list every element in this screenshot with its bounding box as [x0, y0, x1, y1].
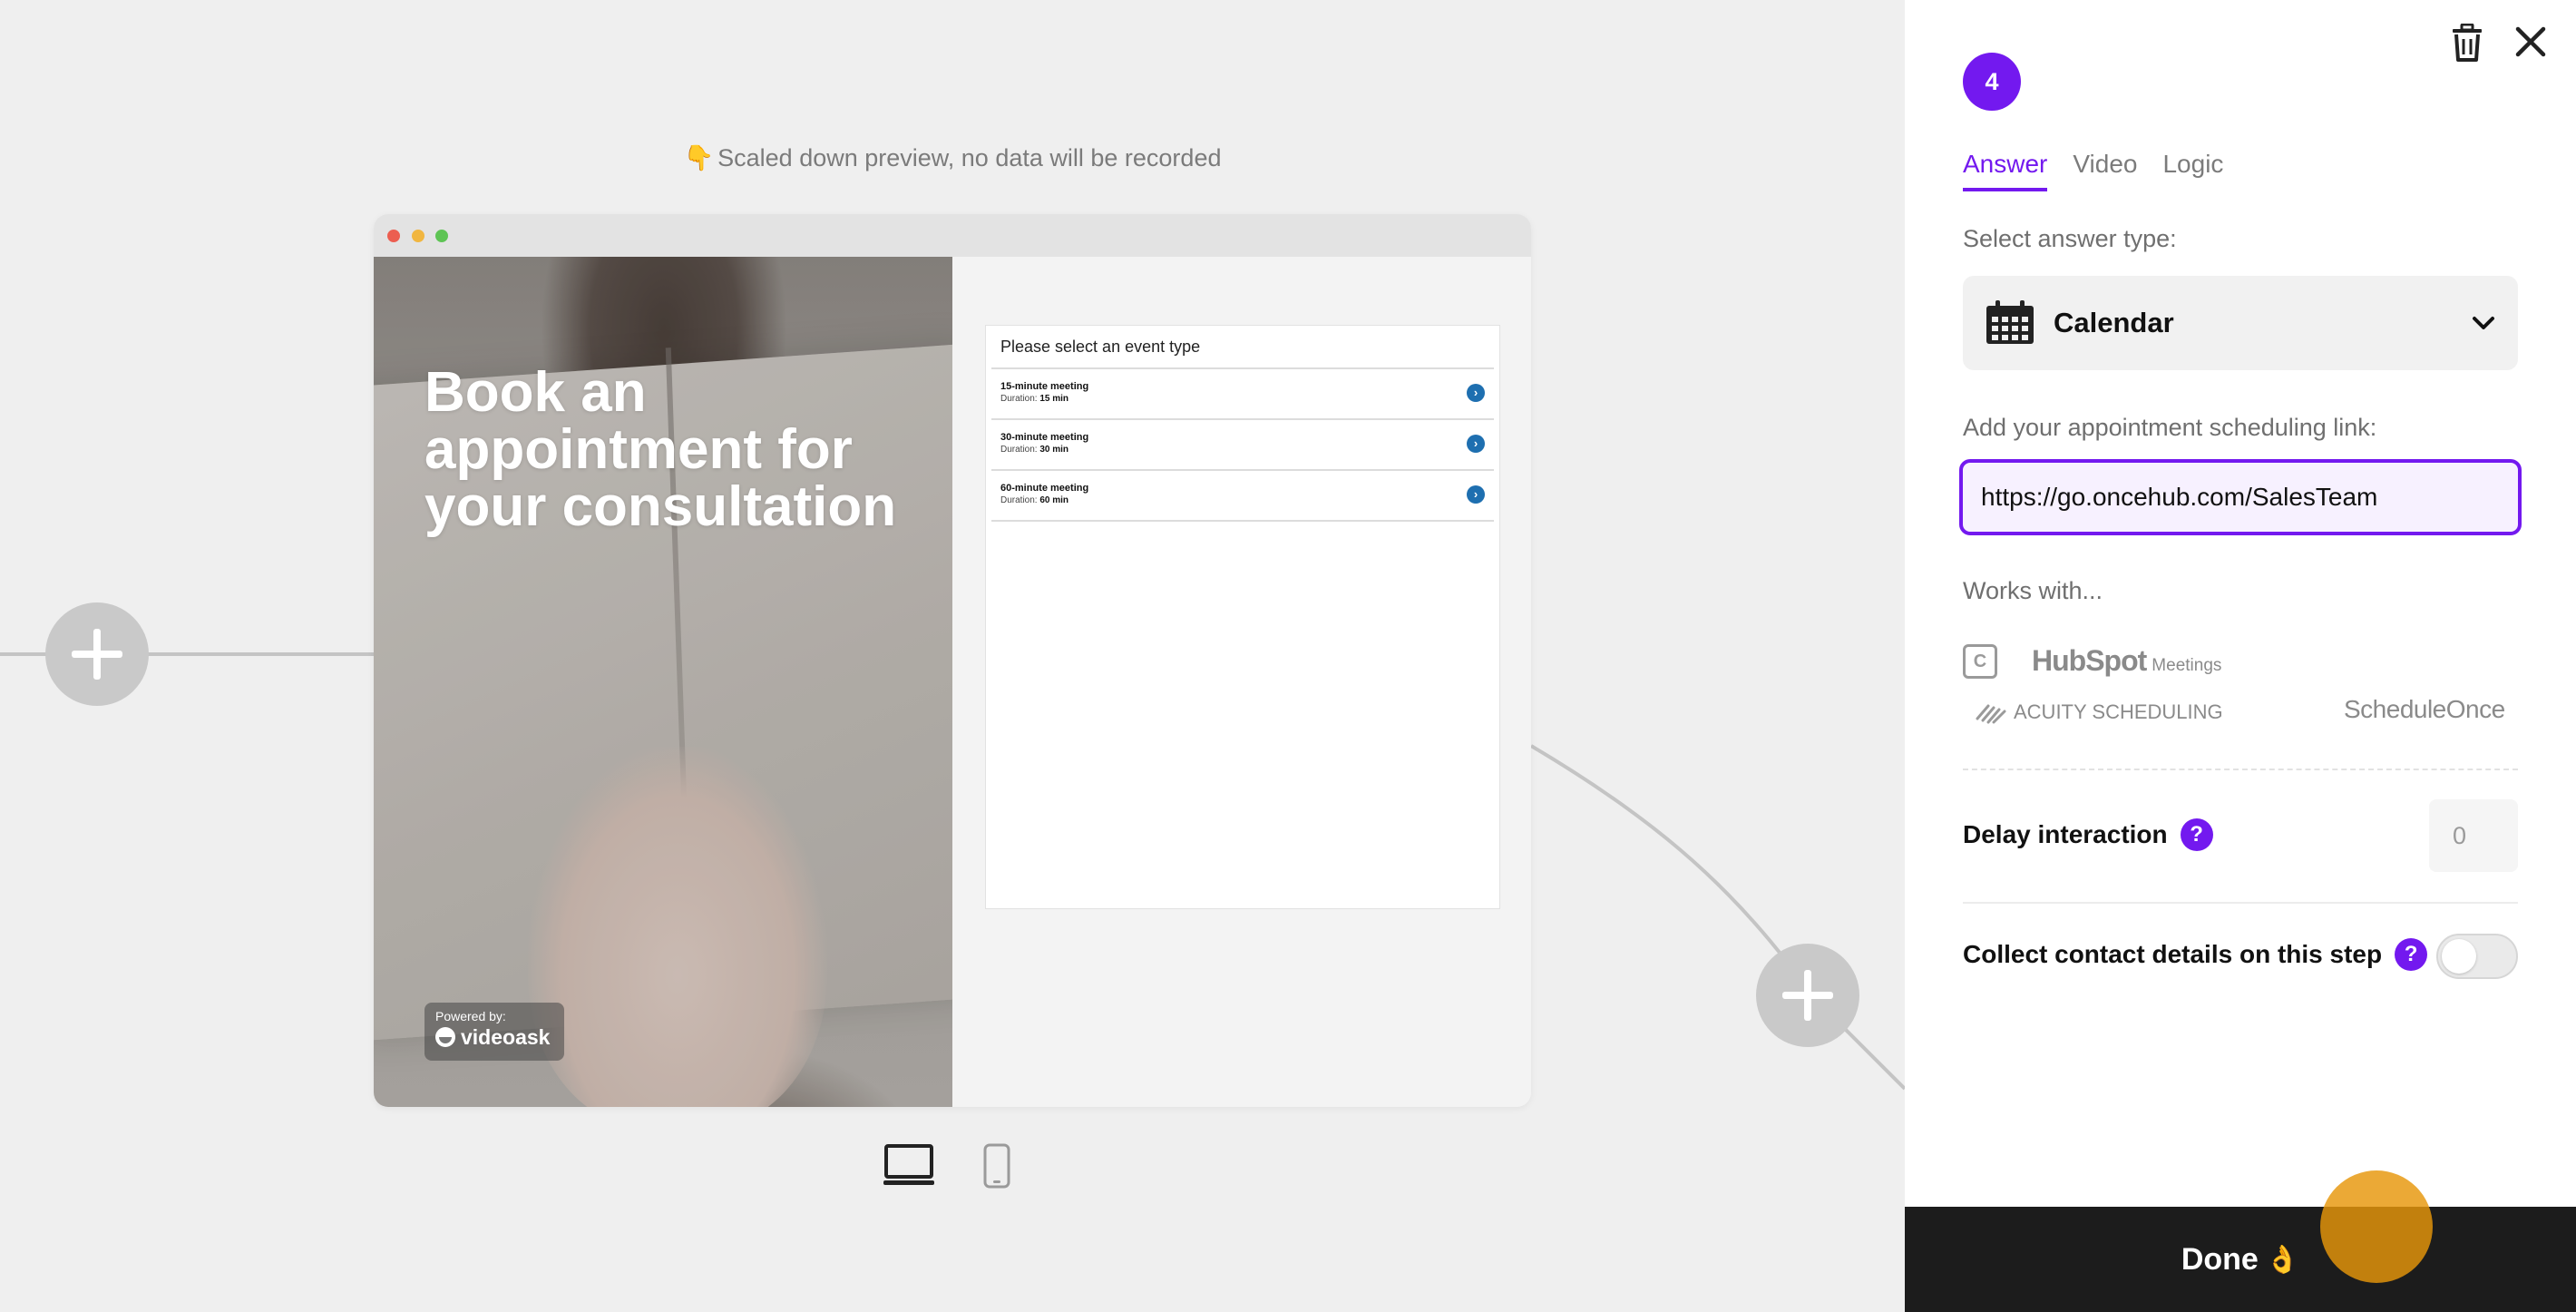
step-number-badge: 4: [1963, 53, 2021, 111]
chevron-right-icon[interactable]: ›: [1467, 384, 1485, 402]
scheduling-link-label: Add your appointment scheduling link:: [1963, 414, 2377, 441]
panel-tabs: Answer Video Logic: [1963, 150, 2223, 191]
videoask-brand: videoask: [435, 1023, 553, 1051]
event-name: 30-minute meeting: [1000, 432, 1089, 443]
plus-icon: [1782, 970, 1833, 1021]
delay-interaction-row: Delay interaction ?: [1963, 818, 2213, 851]
answer-type-label: Select answer type:: [1963, 225, 2177, 252]
hubspot-meetings-logo: HubSpot Meetings: [2032, 644, 2222, 677]
tab-logic[interactable]: Logic: [2162, 150, 2223, 191]
ok-hand-icon: 👌: [2265, 1244, 2300, 1275]
plus-icon: [72, 629, 122, 680]
section-divider: [1963, 902, 2518, 904]
section-divider: [1963, 769, 2518, 770]
videoask-logo-icon: [435, 1027, 455, 1047]
trash-icon[interactable]: [2449, 23, 2485, 62]
done-label: Done: [2181, 1241, 2259, 1277]
collect-contact-toggle[interactable]: [2436, 934, 2518, 979]
preview-headline: Book an appointment for your consultatio…: [424, 361, 897, 538]
works-with-label: Works with...: [1963, 577, 2103, 604]
chevron-right-icon[interactable]: ›: [1467, 435, 1485, 453]
window-close-dot: [387, 230, 400, 242]
add-step-button-left[interactable]: [45, 602, 149, 706]
window-maximize-dot: [435, 230, 448, 242]
collect-contact-row: Collect contact details on this step ?: [1963, 938, 2428, 971]
step-settings-panel: 4 Answer Video Logic Select answer type:: [1905, 0, 2576, 1312]
add-step-button-right[interactable]: [1756, 944, 1859, 1047]
event-duration: Duration: 15 min: [1000, 394, 1069, 404]
acuity-scheduling-logo: ACUITY SCHEDULING: [1976, 700, 2223, 724]
help-icon[interactable]: ?: [2395, 938, 2428, 971]
done-button[interactable]: Done 👌: [1905, 1207, 2576, 1312]
mobile-icon[interactable]: [983, 1143, 1010, 1189]
acuity-swirl-icon: [1976, 704, 2006, 724]
tab-answer[interactable]: Answer: [1963, 150, 2048, 191]
answer-type-value: Calendar: [2054, 307, 2174, 338]
event-type-row[interactable]: 60-minute meeting Duration: 60 min ›: [991, 471, 1494, 522]
window-minimize-dot: [412, 230, 424, 242]
delay-interaction-label: Delay interaction: [1963, 820, 2168, 848]
chevron-right-icon[interactable]: ›: [1467, 485, 1485, 504]
preview-note-text: Scaled down preview, no data will be rec…: [717, 144, 1222, 171]
event-duration: Duration: 60 min: [1000, 495, 1069, 505]
scheduler-embed: Please select an event type 15-minute me…: [985, 325, 1500, 909]
calendly-logo: C: [1963, 644, 1997, 679]
event-type-row[interactable]: 15-minute meeting Duration: 15 min ›: [991, 369, 1494, 420]
preview-window: Book an appointment for your consultatio…: [374, 214, 1531, 1107]
pointing-down-icon: 👇: [683, 144, 715, 171]
collect-contact-label: Collect contact details on this step: [1963, 940, 2383, 968]
scheduler-heading: Please select an event type: [991, 326, 1494, 369]
scheduling-link-input[interactable]: [1959, 459, 2522, 535]
scheduleonce-logo: ScheduleOnce: [2344, 695, 2505, 723]
event-name: 15-minute meeting: [1000, 381, 1089, 392]
event-type-row[interactable]: 30-minute meeting Duration: 30 min ›: [991, 420, 1494, 471]
close-icon[interactable]: [2513, 24, 2549, 60]
event-name: 60-minute meeting: [1000, 483, 1089, 494]
chevron-down-icon: [2473, 317, 2494, 329]
powered-by-label: Powered by:: [435, 1009, 506, 1023]
desktop-icon[interactable]: [883, 1143, 934, 1187]
tab-video[interactable]: Video: [2073, 150, 2137, 191]
flow-canvas: 👇 Scaled down preview, no data will be re…: [0, 0, 1905, 1312]
help-icon[interactable]: ?: [2180, 818, 2213, 851]
calendar-icon: [1986, 300, 2034, 344]
toggle-knob: [2442, 939, 2476, 974]
window-titlebar: [374, 214, 1531, 257]
event-duration: Duration: 30 min: [1000, 445, 1069, 455]
video-background-photo: Book an appointment for your consultatio…: [374, 257, 952, 1107]
powered-by-badge[interactable]: Powered by: videoask: [424, 1003, 564, 1061]
answer-type-select[interactable]: Calendar: [1963, 276, 2518, 370]
preview-note: 👇 Scaled down preview, no data will be re…: [671, 143, 1234, 172]
scheduler-embed-pane: Please select an event type 15-minute me…: [952, 257, 1531, 1107]
delay-seconds-input[interactable]: [2429, 799, 2518, 872]
videoask-brand-text: videoask: [461, 1025, 551, 1049]
